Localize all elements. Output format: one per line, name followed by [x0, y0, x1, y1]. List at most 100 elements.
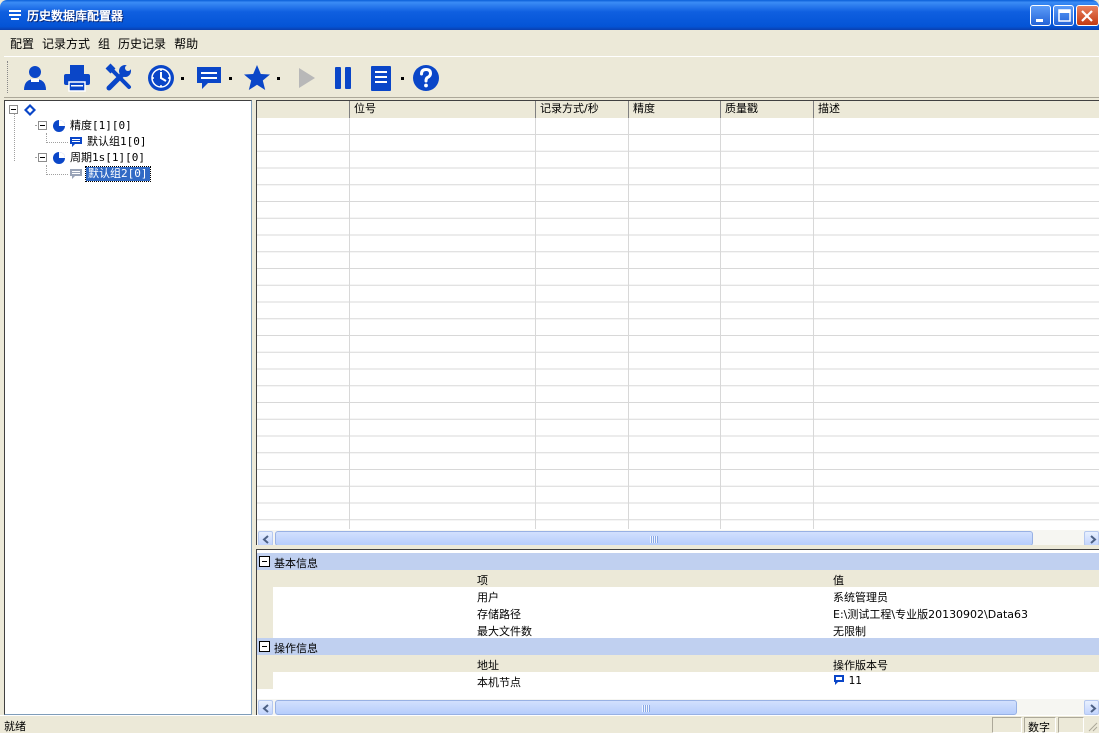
category-label: 基本信息: [274, 557, 318, 570]
app-icon: [8, 8, 22, 22]
column-header-description[interactable]: 描述: [814, 101, 1099, 118]
menu-config[interactable]: 配置: [4, 30, 38, 52]
numlock-indicator: 数字: [1028, 721, 1050, 733]
play-icon: [299, 68, 315, 88]
chevron-left-icon: [262, 704, 269, 713]
collapse-icon[interactable]: [259, 641, 270, 652]
property-row[interactable]: 最大文件数 无限制: [273, 621, 1099, 638]
comment-dropdown[interactable]: [227, 61, 235, 95]
menu-group[interactable]: 组: [94, 30, 114, 52]
list-icon: [371, 66, 391, 91]
chevron-down-icon: [181, 77, 184, 80]
status-bar: 就绪 数字: [0, 715, 1099, 733]
property-row[interactable]: 本机节点 11: [273, 672, 1099, 689]
title-bar[interactable]: 历史数据库配置器: [0, 0, 1099, 30]
property-row[interactable]: 用户 系统管理员: [273, 587, 1099, 604]
menu-help[interactable]: 帮助: [170, 30, 202, 52]
collapse-icon[interactable]: [38, 121, 47, 130]
scroll-left-button[interactable]: [258, 531, 273, 545]
menu-bar: 配置 记录方式组历史记录 帮助: [4, 30, 1099, 56]
grid-horizontal-scrollbar[interactable]: [257, 529, 1099, 545]
property-horizontal-scrollbar[interactable]: [257, 698, 1099, 715]
property-key: 最大文件数: [477, 625, 532, 638]
pie-icon: [52, 151, 66, 165]
column-header-tag[interactable]: 位号: [350, 101, 536, 118]
tree-view[interactable]: 精度[1][0] 默认组1[0] 周期1s[1][0] 默认组2[0]: [4, 100, 252, 715]
pause-button[interactable]: [326, 61, 360, 95]
column-header-precision[interactable]: 精度: [629, 101, 721, 118]
status-pane-numlock: 数字: [1024, 717, 1056, 733]
favorite-button[interactable]: [240, 61, 274, 95]
property-key: 用户: [477, 591, 499, 604]
user-button[interactable]: [18, 61, 52, 95]
comment-button[interactable]: [192, 61, 226, 95]
property-key-header: 项: [477, 574, 488, 587]
toolbar: [4, 56, 1099, 98]
menu-record-mode[interactable]: 记录方式: [38, 30, 94, 52]
maximize-button[interactable]: [1053, 5, 1074, 26]
tree-node-label: 周期1s[1][0]: [70, 151, 145, 164]
chevron-down-icon: [229, 77, 232, 80]
maximize-icon: [1058, 9, 1071, 22]
property-value: 系统管理员: [833, 591, 888, 604]
column-header-record-mode[interactable]: 记录方式/秒: [536, 101, 629, 118]
help-button[interactable]: [409, 61, 443, 95]
tag-grid[interactable]: 位号 记录方式/秒 精度 质量戳 描述: [256, 100, 1099, 545]
column-header-quality[interactable]: 质量戳: [721, 101, 814, 118]
tree-node-label: 精度[1][0]: [70, 119, 132, 132]
pie-icon: [52, 119, 66, 133]
minimize-icon: [1036, 19, 1043, 22]
collapse-icon[interactable]: [38, 153, 47, 162]
category-operation-info[interactable]: 操作信息: [257, 638, 1099, 655]
property-row[interactable]: 存储路径 E:\测试工程\专业版20130902\Data63: [273, 604, 1099, 621]
help-icon: [413, 65, 439, 91]
resize-grip-icon[interactable]: [1086, 720, 1098, 732]
property-grid[interactable]: 基本信息 项 值 用户 系统管理员 存储路径 E:\测试工程\专业版201309…: [256, 549, 1099, 715]
minimize-button[interactable]: [1030, 5, 1051, 26]
property-key: 本机节点: [477, 676, 521, 689]
tree-leaf[interactable]: 默认组1[0]: [5, 134, 205, 150]
print-icon: [64, 65, 90, 92]
tools-button[interactable]: [102, 61, 136, 95]
tree-root[interactable]: [5, 102, 205, 118]
print-button[interactable]: [60, 61, 94, 95]
menu-history[interactable]: 历史记录: [114, 30, 170, 52]
collapse-icon[interactable]: [259, 556, 270, 567]
scroll-left-button[interactable]: [258, 700, 273, 715]
tree-leaf-label: 默认组1[0]: [87, 135, 147, 148]
scroll-thumb[interactable]: [275, 700, 1017, 715]
collapse-icon[interactable]: [9, 105, 18, 114]
list-dropdown[interactable]: [399, 61, 407, 95]
comment-icon: [834, 675, 844, 685]
close-button[interactable]: [1076, 5, 1099, 26]
property-value-header: 操作版本号: [833, 659, 888, 672]
scroll-right-button[interactable]: [1084, 531, 1099, 545]
chevron-down-icon: [277, 77, 280, 80]
list-button[interactable]: [364, 61, 398, 95]
chevron-left-icon: [262, 535, 269, 544]
play-button[interactable]: [288, 61, 322, 95]
schedule-dropdown[interactable]: [179, 61, 187, 95]
property-value: 无限制: [833, 625, 866, 638]
column-header-index[interactable]: [257, 101, 350, 118]
category-basic-info[interactable]: 基本信息: [257, 553, 1099, 570]
comment-icon: [69, 167, 83, 181]
category-label: 操作信息: [274, 642, 318, 655]
property-value: 11: [833, 674, 862, 687]
property-key: 存储路径: [477, 608, 521, 621]
close-icon: [1081, 10, 1093, 22]
pause-icon: [335, 67, 351, 89]
grid-header: 位号 记录方式/秒 精度 质量戳 描述: [257, 101, 1099, 118]
toolbar-grip[interactable]: [7, 61, 10, 93]
favorite-dropdown[interactable]: [275, 61, 283, 95]
tree-node[interactable]: 周期1s[1][0]: [5, 150, 205, 166]
scroll-thumb[interactable]: [275, 531, 1033, 545]
property-value-header: 值: [833, 574, 844, 587]
status-pane: [1058, 717, 1084, 733]
scroll-right-button[interactable]: [1084, 700, 1099, 715]
tree-node[interactable]: 精度[1][0]: [5, 118, 205, 134]
schedule-button[interactable]: [144, 61, 178, 95]
grid-lines: [257, 118, 1099, 529]
status-text: 就绪: [4, 720, 26, 733]
tree-leaf[interactable]: 默认组2[0]: [5, 166, 205, 182]
